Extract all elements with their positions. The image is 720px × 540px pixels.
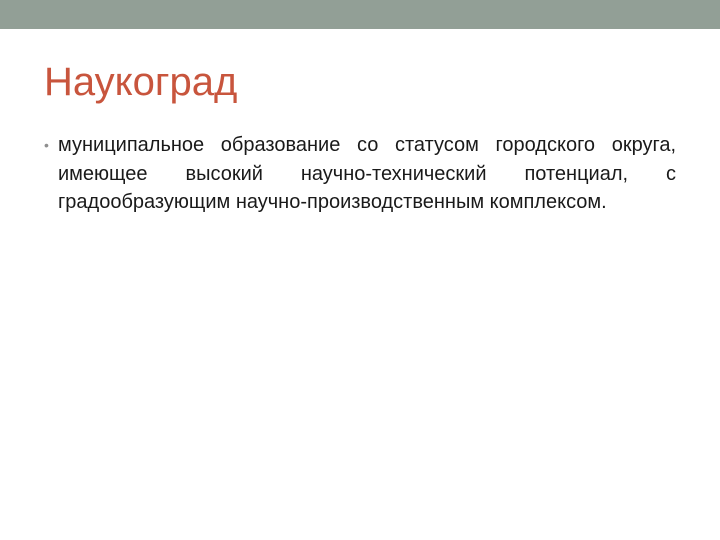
- slide-title: Наукоград: [44, 60, 238, 104]
- bullet-icon: •: [44, 137, 49, 153]
- top-accent-bar: [0, 0, 720, 29]
- slide-content: • муниципальное образование со статусом …: [44, 131, 676, 217]
- bullet-item: • муниципальное образование со статусом …: [44, 131, 676, 217]
- bullet-text: муниципальное образование со статусом го…: [58, 134, 676, 213]
